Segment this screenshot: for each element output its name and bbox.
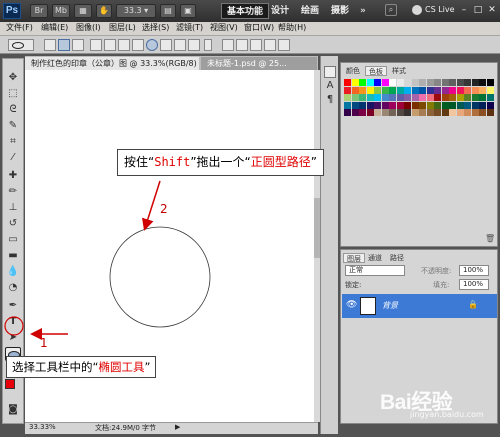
tool-highlight-ring <box>4 316 24 336</box>
baidu-watermark-url: jingyan.baidu.com <box>410 410 484 419</box>
arrow-to-circle <box>142 180 161 231</box>
annotation-arrows <box>4 180 161 340</box>
